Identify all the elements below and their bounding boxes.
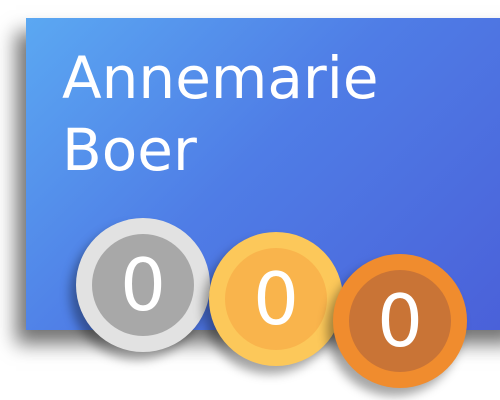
- bronze-medal-badge: 0: [333, 254, 467, 388]
- silver-medal-badge: 0: [76, 218, 210, 352]
- gold-medal-badge: 0: [209, 232, 343, 366]
- profile-stage: Annemarie Boer 0 0 0: [0, 0, 500, 400]
- bronze-medal-count: 0: [377, 279, 423, 363]
- silver-medal-count: 0: [120, 243, 166, 327]
- last-name: Boer: [62, 116, 197, 184]
- gold-medal-count: 0: [253, 257, 299, 341]
- first-name: Annemarie: [62, 44, 379, 112]
- user-name: Annemarie Boer: [62, 42, 379, 186]
